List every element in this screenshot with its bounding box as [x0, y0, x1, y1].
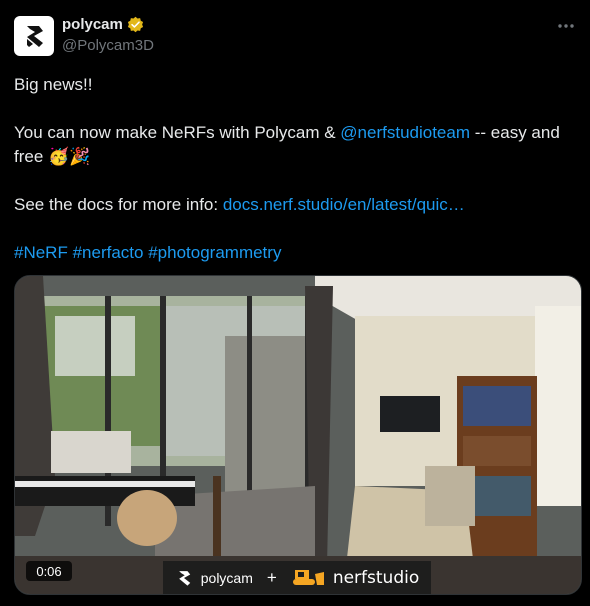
more-dots-icon — [558, 24, 574, 28]
verified-badge-icon[interactable] — [127, 16, 144, 33]
tweet-line-docs: See the docs for more info: docs.nerf.st… — [14, 193, 574, 217]
hashtag-photogrammetry[interactable]: #photogrammetry — [148, 243, 281, 262]
nerfstudio-bulldozer-icon — [292, 569, 324, 585]
announcement-text-prefix: You can now make NeRFs with Polycam & — [14, 123, 341, 142]
video-thumbnail — [15, 276, 581, 594]
hashtag-nerf[interactable]: #NeRF — [14, 243, 68, 262]
video-duration-badge: 0:06 — [26, 561, 72, 581]
free-text: free — [14, 147, 49, 166]
video-brand-overlay: polycam + nerfstudio — [163, 561, 431, 594]
docs-text-prefix: See the docs for more info: — [14, 195, 223, 214]
overlay-polycam-label: polycam — [200, 569, 253, 586]
polycam-overlay-logo-icon — [178, 570, 190, 586]
tweet-line-announcement: You can now make NeRFs with Polycam & @n… — [14, 121, 574, 145]
party-emojis: 🥳🎉 — [48, 147, 91, 166]
overlay-nerfstudio-label: nerfstudio — [332, 567, 420, 588]
tweet[interactable]: polycam @Polycam3D Big news!! You can no… — [0, 0, 590, 606]
polycam-logo-icon — [27, 26, 43, 47]
hashtag-nerfacto[interactable]: #nerfacto — [73, 243, 144, 262]
video-player[interactable]: 0:06 polycam + nerfstudio — [14, 275, 582, 595]
author-display-name[interactable]: polycam — [62, 16, 123, 33]
author-handle[interactable]: @Polycam3D — [62, 37, 154, 54]
author-avatar[interactable] — [14, 16, 54, 56]
overlay-plus-sign: + — [266, 567, 277, 587]
tweet-line-headline: Big news!! — [14, 75, 93, 94]
announcement-text-suffix: -- easy and — [470, 123, 560, 142]
tweet-hashtags: #NeRF #nerfacto #photogrammetry — [14, 241, 574, 265]
more-options-button[interactable] — [554, 14, 578, 38]
tweet-text: Big news!! You can now make NeRFs with P… — [14, 73, 574, 265]
docs-link[interactable]: docs.nerf.studio/en/latest/quic… — [223, 195, 465, 214]
tweet-line-free: free 🥳🎉 — [14, 145, 574, 169]
mention-link[interactable]: @nerfstudioteam — [340, 123, 470, 142]
